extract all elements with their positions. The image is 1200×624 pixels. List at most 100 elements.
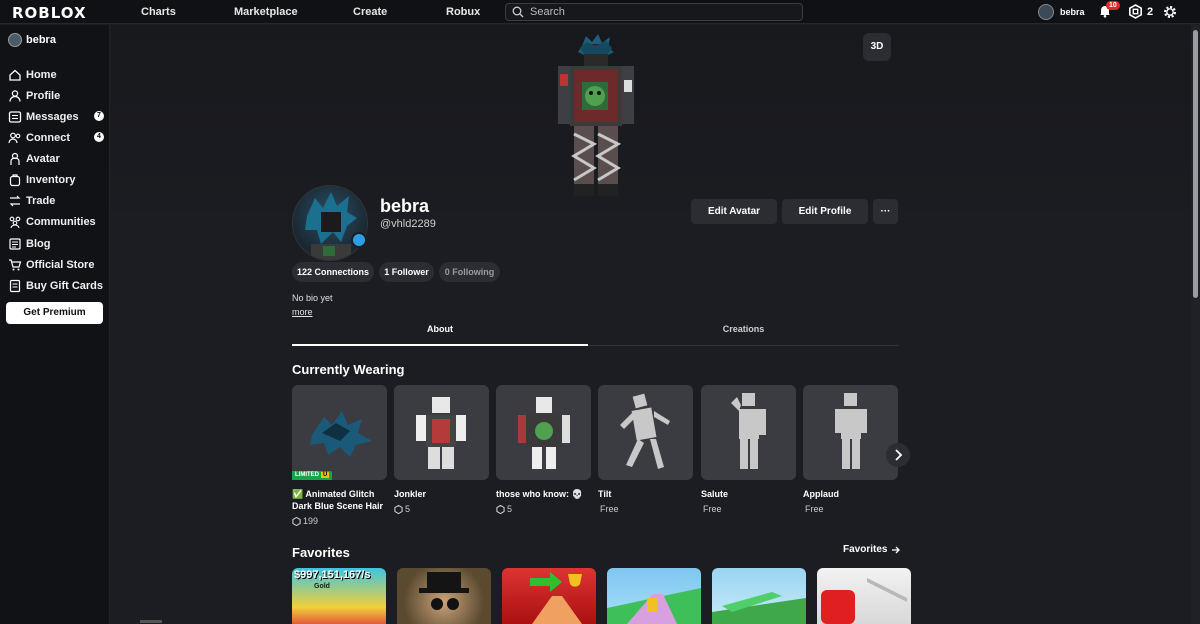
arrow-right-icon — [892, 546, 901, 553]
wearing-item-price: Free — [703, 504, 722, 514]
robux-icon[interactable] — [1128, 4, 1143, 19]
home-icon — [9, 69, 21, 81]
wearing-item-card[interactable] — [803, 385, 898, 480]
sidebar-item-label: Profile — [26, 90, 61, 102]
wearing-item-name[interactable]: those who know: 💀 — [496, 488, 591, 500]
wearing-item-card[interactable] — [598, 385, 693, 480]
sidebar-item-label: Inventory — [26, 174, 76, 186]
wearing-item-name[interactable]: Tilt — [598, 488, 693, 500]
profile-handle: @vhld2289 — [380, 218, 436, 230]
shirt-thumbnail — [518, 397, 570, 469]
sidebar-item-label: Communities — [26, 216, 96, 228]
more-options-button[interactable]: ··· — [873, 199, 898, 224]
sidebar-item-messages[interactable]: Messages 7 — [8, 110, 106, 124]
edit-profile-button[interactable]: Edit Profile — [782, 199, 868, 224]
robux-icon — [394, 504, 403, 514]
search-icon — [512, 6, 524, 18]
sidebar-item-label: Official Store — [26, 259, 95, 271]
robux-icon — [496, 504, 505, 514]
wearing-item-price: 5 — [496, 504, 512, 514]
followers-count[interactable]: 1 Follower — [379, 262, 434, 282]
sidebar-item-label: Trade — [26, 195, 56, 207]
profile-avatar[interactable] — [292, 185, 368, 261]
sidebar-item-communities[interactable]: Communities — [8, 215, 106, 229]
top-bar: ROBLOX Charts Marketplace Create Robux S… — [0, 0, 1200, 24]
profile-display-name: bebra — [380, 196, 430, 216]
sidebar-item-inventory[interactable]: Inventory — [8, 173, 106, 187]
wearing-item-name[interactable]: Applaud — [803, 488, 898, 500]
top-user-name[interactable]: bebra — [1060, 7, 1085, 17]
nav-marketplace[interactable]: Marketplace — [234, 6, 298, 18]
tilt-emote-thumbnail — [620, 393, 670, 469]
sidebar-item-label: Connect — [26, 132, 70, 144]
wearing-item-card[interactable] — [701, 385, 796, 480]
favorites-title: Favorites — [292, 545, 350, 560]
favorite-game-card[interactable] — [817, 568, 911, 624]
avatar-character-image — [558, 34, 634, 196]
sidebar-user[interactable]: bebra — [8, 33, 56, 47]
messages-icon — [8, 111, 22, 123]
nav-charts[interactable]: Charts — [141, 6, 176, 18]
wearing-item-price: 199 — [292, 516, 318, 526]
edit-avatar-button[interactable]: Edit Avatar — [691, 199, 777, 224]
gear-icon[interactable] — [1162, 4, 1178, 20]
favorite-game-thumbnail — [419, 572, 469, 610]
tab-about[interactable]: About — [292, 320, 588, 346]
roblox-logo[interactable]: ROBLOX — [12, 4, 87, 22]
search-placeholder: Search — [530, 6, 565, 18]
sidebar-item-official-store[interactable]: Official Store — [8, 258, 106, 272]
nav-create[interactable]: Create — [353, 6, 387, 18]
favorite-game-thumbnail — [607, 588, 701, 624]
avatar — [8, 33, 22, 47]
tab-active-indicator — [292, 344, 588, 346]
avatar-hero — [111, 25, 1191, 210]
page-scrollbar-thumb[interactable] — [1193, 30, 1198, 298]
wearing-item-card[interactable] — [394, 385, 489, 480]
favorite-game-thumb-text: $997,151,167/s — [294, 569, 371, 581]
wearing-item-card[interactable] — [292, 385, 387, 480]
get-premium-button[interactable]: Get Premium — [6, 302, 103, 324]
sidebar-scroll-indicator — [140, 620, 162, 623]
robux-balance[interactable]: 2 — [1147, 6, 1153, 18]
robux-icon — [292, 516, 301, 526]
favorite-game-card[interactable] — [712, 568, 806, 624]
bio-more-link[interactable]: more — [292, 307, 313, 317]
notifications-badge: 10 — [1106, 1, 1120, 10]
tab-creations[interactable]: Creations — [588, 320, 899, 346]
search-input[interactable]: Search — [505, 3, 803, 21]
avatar[interactable] — [1038, 4, 1054, 20]
chevron-right-icon — [895, 449, 903, 461]
sidebar-item-label: Home — [26, 69, 57, 81]
sidebar-item-trade[interactable]: Trade — [8, 194, 106, 208]
sidebar-item-home[interactable]: Home — [8, 68, 106, 82]
wearing-item-name[interactable]: ✅ Animated Glitch Dark Blue Scene Hair — [292, 488, 387, 512]
connections-count[interactable]: 122 Connections — [292, 262, 374, 282]
favorites-see-all-link[interactable]: Favorites — [843, 544, 901, 555]
profile-bio: No bio yet — [292, 293, 333, 303]
nav-robux[interactable]: Robux — [446, 6, 480, 18]
wearing-item-price: Free — [805, 504, 824, 514]
profile-avatar-image — [305, 192, 357, 260]
wearing-item-name[interactable]: Jonkler — [394, 488, 489, 500]
favorite-game-card[interactable] — [502, 568, 596, 624]
following-count[interactable]: 0 Following — [439, 262, 500, 282]
sidebar-item-avatar[interactable]: Avatar — [8, 152, 106, 166]
carousel-next-button[interactable] — [886, 443, 910, 467]
wearing-item-price: 5 — [394, 504, 410, 514]
favorite-game-card[interactable] — [607, 568, 701, 624]
sidebar-item-label: Buy Gift Cards — [26, 280, 104, 292]
applaud-emote-thumbnail — [835, 393, 867, 469]
sidebar-item-blog[interactable]: Blog — [8, 237, 106, 251]
connect-icon — [8, 132, 21, 144]
sidebar-item-buy-gift-cards[interactable]: Buy Gift Cards — [8, 279, 106, 293]
blog-icon — [9, 238, 21, 250]
sidebar-item-profile[interactable]: Profile — [8, 89, 106, 103]
view-3d-button[interactable]: 3D — [863, 33, 891, 61]
favorite-game-card[interactable] — [397, 568, 491, 624]
wearing-item-card[interactable] — [496, 385, 591, 480]
sidebar-item-label: Blog — [26, 238, 51, 250]
wearing-item-name[interactable]: Salute — [701, 488, 796, 500]
sidebar-item-connect[interactable]: Connect 4 — [8, 131, 106, 145]
favorite-game-card[interactable]: $997,151,167/s Gold — [292, 568, 386, 624]
favorite-game-thumbnail — [530, 572, 582, 624]
